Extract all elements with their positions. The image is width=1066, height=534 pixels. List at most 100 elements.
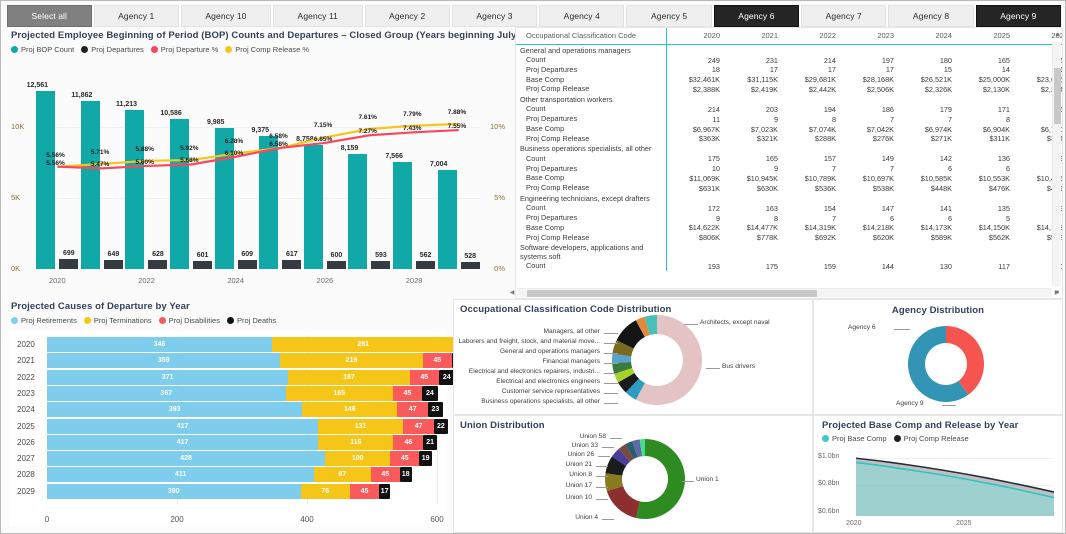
causes-segment-proj-retirements[interactable]: 417: [47, 418, 319, 434]
matrix-column-header[interactable]: 2025: [956, 28, 1014, 45]
scroll-right-icon[interactable]: ▶: [1052, 289, 1062, 298]
matrix-scroll-area[interactable]: Occupational Classification Code 2020 2021…: [516, 28, 1062, 298]
matrix-row[interactable]: Base Comp $32,461K $31,115K $29,681K $28,168…: [516, 74, 1062, 85]
causes-segment-proj-deaths[interactable]: 17: [379, 483, 391, 499]
causes-bar-row[interactable]: 2023 367 165 45 24: [9, 385, 447, 401]
causes-bar-row[interactable]: 2028 411 87 45 18: [9, 467, 447, 483]
slicer-tab-agency-7[interactable]: Agency 7: [801, 5, 887, 27]
matrix-column-header[interactable]: 2020: [666, 28, 724, 45]
causes-segment-proj-terminations[interactable]: 87: [314, 467, 371, 483]
horizontal-scroll-thumb[interactable]: [527, 290, 817, 297]
matrix-column-header[interactable]: 2021: [724, 28, 782, 45]
matrix-row[interactable]: Proj Comp Release $631K $630K $536K $538K $44…: [516, 183, 1062, 194]
slicer-tab-agency-1[interactable]: Agency 1: [93, 5, 179, 27]
causes-segment-proj-retirements[interactable]: 428: [47, 451, 326, 467]
slicer-tab-agency-8[interactable]: Agency 8: [888, 5, 974, 27]
matrix-column-header[interactable]: 2024: [898, 28, 956, 45]
causes-segment-proj-disabilities[interactable]: 45: [422, 353, 452, 369]
scroll-up-icon[interactable]: ▲: [1053, 30, 1062, 40]
causes-segment-proj-disabilities[interactable]: 45: [349, 483, 380, 499]
matrix-group-row[interactable]: Software developers, applications and sy…: [516, 242, 1062, 262]
matrix-row[interactable]: Proj Departures18171717151414: [516, 65, 1062, 75]
causes-bar-row[interactable]: 2022 371 187 45 24: [9, 369, 455, 385]
causes-segment-proj-retirements[interactable]: 371: [47, 369, 289, 385]
matrix-row[interactable]: Proj Departures10977666: [516, 163, 1062, 174]
matrix-row[interactable]: Proj Departures9876655: [516, 213, 1062, 224]
causes-segment-proj-deaths[interactable]: 22: [433, 418, 449, 434]
matrix-row-header[interactable]: Occupational Classification Code: [516, 28, 667, 45]
union-distribution-slice[interactable]: [606, 485, 640, 518]
scroll-left-icon[interactable]: ◀: [507, 289, 517, 298]
matrix-row[interactable]: Count1721631541471411351301: [516, 203, 1062, 214]
matrix-column-header[interactable]: 2023: [840, 28, 898, 45]
matrix-column-header[interactable]: 2022: [782, 28, 840, 45]
causes-segment-proj-disabilities[interactable]: 45: [390, 451, 420, 467]
matrix-row[interactable]: Count2142031941861791711641: [516, 104, 1062, 115]
causes-segment-proj-deaths[interactable]: 18: [399, 467, 412, 483]
slicer-tab-agency-10[interactable]: Agency 10: [180, 5, 272, 27]
causes-bar-row[interactable]: 2026 417 116 46 21: [9, 434, 447, 450]
causes-bar-row[interactable]: 2024 393 146 47 23: [9, 402, 447, 418]
causes-bar-row[interactable]: 2021 3592194525: [9, 353, 469, 369]
causes-segment-proj-terminations[interactable]: 165: [285, 385, 393, 401]
causes-segment-proj-retirements[interactable]: 367: [47, 385, 286, 401]
slicer-tab-agency-2[interactable]: Agency 2: [364, 5, 450, 27]
matrix-horizontal-scrollbar[interactable]: ◀ ▶: [510, 288, 1059, 297]
causes-segment-proj-disabilities[interactable]: 47: [403, 418, 434, 434]
causes-bar-row[interactable]: 2029 390 76 45 17: [9, 483, 447, 499]
slicer-tab-select-all[interactable]: Select all: [7, 5, 92, 27]
occ-leader-line: [604, 343, 618, 344]
matrix-row[interactable]: Proj Comp Release $2,388K $2,419K $2,442K $2…: [516, 84, 1062, 95]
causes-segment-proj-retirements[interactable]: 417: [47, 434, 319, 450]
causes-segment-proj-deaths[interactable]: 21: [423, 434, 437, 450]
occ-slice-label: Financial managers: [542, 358, 600, 365]
slicer-tab-agency-3[interactable]: Agency 3: [451, 5, 538, 27]
causes-segment-proj-terminations[interactable]: 116: [318, 434, 394, 450]
vertical-scroll-thumb[interactable]: [1054, 68, 1061, 124]
matrix-group-row[interactable]: General and operations managers: [516, 44, 1062, 56]
causes-segment-proj-disabilities[interactable]: 45: [409, 369, 439, 385]
agency-slicer[interactable]: Select all Agency 1 Agency 10 Agency 11 Agen…: [7, 5, 1062, 27]
matrix-row[interactable]: Base Comp $6,967K $7,023K $7,074K $7,042K $6,…: [516, 124, 1062, 135]
matrix-row[interactable]: Count2492312141971801651511: [516, 55, 1062, 66]
matrix-group-row[interactable]: Other transportation workers: [516, 94, 1062, 105]
matrix-empty-cell: [840, 144, 898, 154]
causes-segment-proj-terminations[interactable]: 76: [300, 483, 350, 499]
slicer-tab-agency-9[interactable]: Agency 9: [975, 5, 1062, 27]
slicer-tab-agency-11[interactable]: Agency 11: [273, 5, 363, 27]
causes-segment-proj-disabilities[interactable]: 46: [393, 434, 424, 450]
causes-segment-proj-retirements[interactable]: 346: [47, 337, 272, 352]
causes-segment-proj-terminations[interactable]: 219: [280, 353, 423, 369]
causes-segment-proj-terminations[interactable]: 146: [302, 402, 398, 418]
causes-bar-row[interactable]: 2025 417 131 47 22: [9, 418, 449, 434]
causes-segment-proj-terminations[interactable]: 131: [318, 418, 404, 434]
causes-segment-proj-retirements[interactable]: 390: [47, 483, 301, 499]
matrix-row[interactable]: Proj Departures11987788: [516, 114, 1062, 125]
matrix-group-row[interactable]: Business operations specialists, all oth…: [516, 143, 1062, 155]
causes-segment-proj-retirements[interactable]: 393: [47, 402, 303, 418]
matrix-row[interactable]: Count1751651571491421361301: [516, 154, 1062, 164]
causes-segment-proj-terminations[interactable]: 187: [288, 369, 410, 385]
slicer-tab-agency-5[interactable]: Agency 5: [626, 5, 712, 27]
causes-segment-proj-deaths[interactable]: 19: [419, 451, 432, 467]
slicer-tab-agency-6[interactable]: Agency 6: [713, 5, 800, 27]
slicer-tab-agency-4[interactable]: Agency 4: [539, 5, 625, 27]
matrix-row[interactable]: Base Comp $11,069K $10,945K $10,789K $10,697…: [516, 173, 1062, 184]
matrix-row[interactable]: Proj Comp Release $363K $321K $288K $276K $27…: [516, 134, 1062, 144]
causes-bar-row[interactable]: 2027 428 100 45 19: [9, 451, 447, 467]
causes-segment-proj-deaths[interactable]: 24: [422, 385, 438, 401]
causes-bar-row[interactable]: 2020 3462814626: [9, 337, 502, 352]
causes-segment-proj-disabilities[interactable]: 47: [397, 402, 428, 418]
matrix-vertical-scrollbar[interactable]: ▲ ▼: [1052, 32, 1061, 296]
causes-segment-proj-retirements[interactable]: 411: [47, 467, 315, 483]
matrix-row[interactable]: Count193175159144130117104: [516, 261, 1062, 272]
matrix-row[interactable]: Base Comp $14,622K $14,477K $14,319K $14,218…: [516, 223, 1062, 233]
causes-segment-proj-disabilities[interactable]: 45: [392, 385, 423, 401]
matrix-row[interactable]: Proj Comp Release $806K $778K $692K $620K $58…: [516, 232, 1062, 243]
causes-segment-proj-terminations[interactable]: 100: [325, 451, 391, 467]
causes-segment-proj-terminations[interactable]: 281: [271, 337, 455, 352]
causes-segment-proj-disabilities[interactable]: 45: [370, 467, 400, 483]
matrix-group-row[interactable]: Engineering technicians, except drafters: [516, 193, 1062, 204]
causes-segment-proj-deaths[interactable]: 23: [427, 402, 443, 418]
causes-segment-proj-retirements[interactable]: 359: [47, 353, 281, 369]
